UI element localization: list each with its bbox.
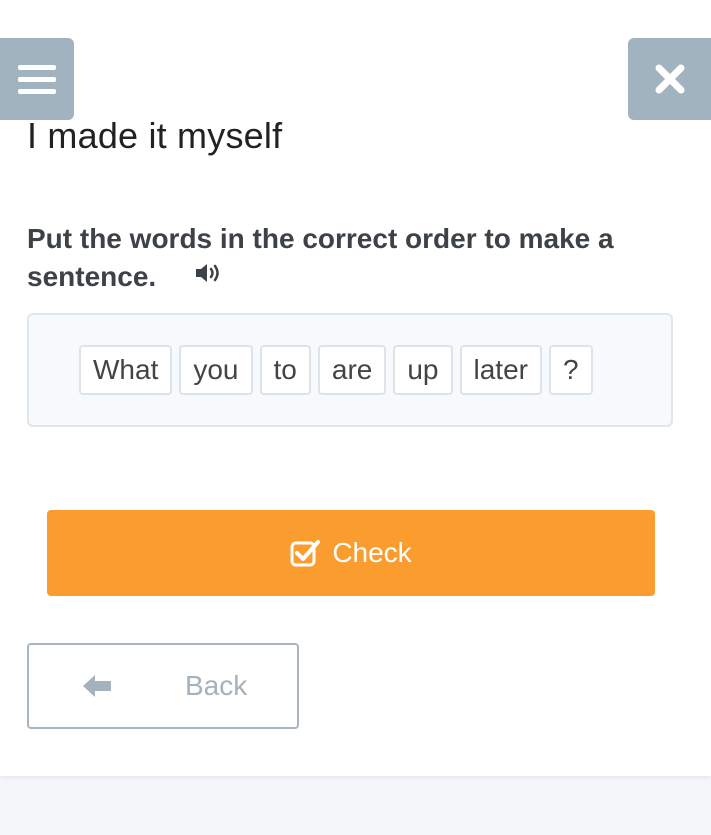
close-button[interactable] xyxy=(628,38,711,120)
word-tile[interactable]: ? xyxy=(548,345,593,395)
lesson-title: I made it myself xyxy=(27,115,283,156)
word-tile[interactable]: are xyxy=(317,345,387,395)
speaker-icon[interactable] xyxy=(194,257,224,295)
arrow-left-icon xyxy=(83,675,111,697)
instruction-text: Put the words in the correct order to ma… xyxy=(27,223,614,292)
checkbox-icon xyxy=(290,540,321,567)
exercise-card: I made it myself Put the words in the co… xyxy=(0,0,711,776)
word-tile[interactable]: to xyxy=(259,345,311,395)
check-button[interactable]: Check xyxy=(47,510,655,596)
back-label: Back xyxy=(185,670,248,701)
hamburger-line xyxy=(18,76,56,82)
check-label: Check xyxy=(332,537,412,568)
menu-button[interactable] xyxy=(0,38,74,120)
hamburger-line xyxy=(18,64,56,70)
hamburger-line xyxy=(18,88,56,94)
word-bank: What you to are up later ? xyxy=(27,313,673,427)
exercise-instruction: Put the words in the correct order to ma… xyxy=(27,220,687,298)
word-tile[interactable]: up xyxy=(393,345,453,395)
word-tile[interactable]: What xyxy=(79,345,173,395)
back-button[interactable]: Back xyxy=(27,643,299,729)
word-tiles: What you to are up later ? xyxy=(79,345,593,395)
close-icon xyxy=(655,64,684,94)
word-tile[interactable]: you xyxy=(179,345,253,395)
word-tile[interactable]: later xyxy=(459,345,542,395)
